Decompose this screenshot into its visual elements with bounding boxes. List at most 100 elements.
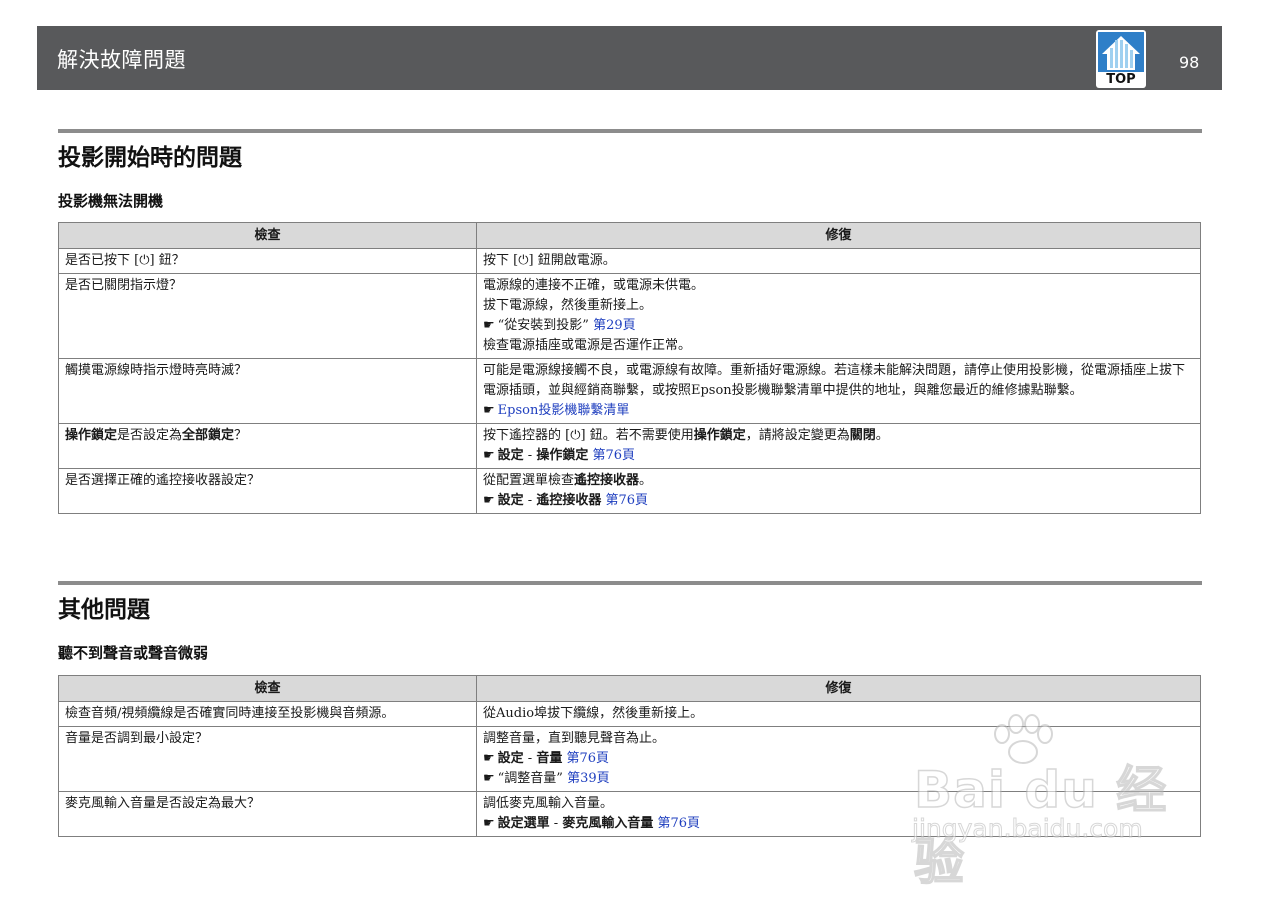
fix-text: - [523,751,537,766]
menu-term: 設定選單 [497,816,550,831]
menu-term: 關閉 [849,428,876,443]
check-cell: 檢查音頻/視頻纜線是否確實同時連接至投影機與音頻源。 [58,701,477,727]
fix-text: - [523,448,537,463]
section-rule [58,129,1202,133]
fix-line: 可能是電源線接觸不良，或電源線有故障。重新插好電源線。若這樣未能解決問題，請停止… [483,361,1194,401]
check-text: 音量是否調到最小設定？ [65,731,209,746]
page-reference-link[interactable]: 第76頁 [653,816,700,831]
table-row: 觸摸電源線時指示燈時亮時滅？ 可能是電源線接觸不良，或電源線有故障。重新插好電源線… [58,358,1201,424]
fix-text: 電源線的連接不正確，或電源未供電。 [483,278,705,293]
fix-line: 調低麥克風輸入音量。 [483,794,1194,814]
fix-text: 調低麥克風輸入音量。 [483,796,614,811]
pointing-hand-icon: ☛ [483,448,495,463]
pointing-hand-icon: ☛ [483,403,495,418]
chapter-title: 解決故障問題 [57,48,186,72]
fix-text: 從配置選單檢查 [483,473,575,488]
check-cell: 觸摸電源線時指示燈時亮時滅？ [58,358,477,424]
check-cell: 是否已按下 [⏻] 鈕？ [58,248,477,274]
page-reference-link[interactable]: 第39頁 [563,771,610,786]
check-cell: 操作鎖定是否設定為全部鎖定？ [58,423,477,469]
page-reference-link[interactable]: 第76頁 [601,493,648,508]
table-row: 是否已按下 [⏻] 鈕？ 按下 [⏻] 鈕開啟電源。 [58,248,1201,274]
reference-line: ☛ 設定 - 音量 第76頁 [483,749,1194,769]
fix-cell: 調整音量，直到聽見聲音為止。 ☛ 設定 - 音量 第76頁 ☛ “調整音量” 第39頁 [476,726,1201,792]
top-button[interactable]: TOP [1096,30,1146,88]
table-row: 麥克風輸入音量是否設定為最大？ 調低麥克風輸入音量。 ☛ 設定選單 - 麥克風輸入音量… [58,791,1201,837]
table-row: 檢查音頻/視頻纜線是否確實同時連接至投影機與音頻源。 從Audio埠拔下纜線，然後… [58,701,1201,727]
fix-cell: 從Audio埠拔下纜線，然後重新接上。 [476,701,1201,727]
fix-text: 檢查電源插座或電源是否運作正常。 [483,338,692,353]
section-title-other: 其他問題 [58,597,150,623]
fix-line: 調整音量，直到聽見聲音為止。 [483,729,1194,749]
fix-line: 拔下電源線，然後重新接上。 [483,296,1194,316]
reference-line: ☛ 設定 - 遙控接收器 第76頁 [483,491,1194,511]
fix-text: 。 [639,473,653,488]
menu-term: 遙控接收器 [574,473,640,488]
reference-line: ☛ 設定 - 操作鎖定 第76頁 [483,446,1194,466]
fix-text: 按下 [⏻] 鈕開啟電源。 [483,253,616,268]
pointing-hand-icon: ☛ [483,493,495,508]
fix-text: “從安裝到投影” [497,318,589,333]
fix-line: 按下遙控器的 [⏻] 鈕。若不需要使用操作鎖定，請將設定變更為關閉。 [483,426,1194,446]
page-reference-link[interactable]: Epson投影機聯繫清單 [498,403,630,418]
header-bar: 解決故障問題 TOP 98 [37,26,1222,90]
column-header-check: 檢查 [58,222,477,249]
check-cell: 音量是否調到最小設定？ [58,726,477,792]
fix-cell: 可能是電源線接觸不良，或電源線有故障。重新插好電源線。若這樣未能解決問題，請停止… [476,358,1201,424]
menu-term: 設定 [497,448,524,463]
fix-line: 電源線的連接不正確，或電源未供電。 [483,276,1194,296]
check-cell: 是否已關閉指示燈？ [58,273,477,359]
fix-text: 。 [875,428,889,443]
reference-line: ☛ “從安裝到投影” 第29頁 [483,316,1194,336]
table-row: 音量是否調到最小設定？ 調整音量，直到聽見聲音為止。 ☛ 設定 - 音量 第76頁 ☛ “… [58,726,1201,792]
top-label: TOP [1106,72,1136,87]
fix-text: ，請將設定變更為 [745,428,850,443]
check-text: 觸摸電源線時指示燈時亮時滅？ [65,363,248,378]
menu-term: 音量 [536,751,563,766]
pointing-hand-icon: ☛ [483,771,495,786]
check-text: 是否已按下 [⏻] 鈕？ [65,253,185,268]
table-row: 是否已關閉指示燈？ 電源線的連接不正確，或電源未供電。 拔下電源線，然後重新接上。 ☛… [58,273,1201,359]
menu-term: 麥克風輸入音量 [562,816,654,831]
check-text: 是否選擇正確的遙控接收器設定？ [65,473,261,488]
fix-text: 按下遙控器的 [⏻] 鈕。若不需要使用 [483,428,694,443]
page-number: 98 [1179,53,1200,72]
table-body: 檢查音頻/視頻纜線是否確實同時連接至投影機與音頻源。 從Audio埠拔下纜線，然後… [58,701,1201,837]
column-header-fix: 修復 [476,675,1201,702]
check-text: 檢查音頻/視頻纜線是否確實同時連接至投影機與音頻源。 [65,706,395,721]
section-rule [58,581,1202,585]
check-text: 是否設定為 [117,428,183,443]
troubleshooting-table-startup: 檢查 修復 是否已按下 [⏻] 鈕？ 按下 [⏻] 鈕開啟電源。 是否已關閉指示燈？… [58,222,1201,514]
subsection-title-no-power: 投影機無法開機 [58,192,164,210]
fix-text: 調整音量，直到聽見聲音為止。 [483,731,666,746]
fix-text: 拔下電源線，然後重新接上。 [483,298,653,313]
column-header-fix: 修復 [476,222,1201,249]
subsection-title-no-sound: 聽不到聲音或聲音微弱 [58,644,209,662]
troubleshooting-table-other: 檢查 修復 檢查音頻/視頻纜線是否確實同時連接至投影機與音頻源。 從Audio埠拔… [58,675,1201,837]
check-term: 全部鎖定 [182,428,235,443]
section-title-startup: 投影開始時的問題 [58,145,242,171]
menu-term: 設定 [497,493,524,508]
menu-term: 操作鎖定 [693,428,746,443]
fix-line: 從配置選單檢查遙控接收器。 [483,471,1194,491]
fix-cell: 電源線的連接不正確，或電源未供電。 拔下電源線，然後重新接上。 ☛ “從安裝到投影” … [476,273,1201,359]
page-reference-link[interactable]: 第29頁 [589,318,636,333]
reference-line: ☛ Epson投影機聯繫清單 [483,401,1194,421]
fix-line: 檢查電源插座或電源是否運作正常。 [483,336,1194,356]
page-reference-link[interactable]: 第76頁 [588,448,635,463]
check-cell: 是否選擇正確的遙控接收器設定？ [58,468,477,514]
fix-cell: 按下 [⏻] 鈕開啟電源。 [476,248,1201,274]
fix-text: - [523,493,537,508]
fix-cell: 調低麥克風輸入音量。 ☛ 設定選單 - 麥克風輸入音量 第76頁 [476,791,1201,837]
menu-term: 設定 [497,751,524,766]
fix-line: 按下 [⏻] 鈕開啟電源。 [483,251,1194,271]
check-text: ？ [234,428,248,443]
table-body: 是否已按下 [⏻] 鈕？ 按下 [⏻] 鈕開啟電源。 是否已關閉指示燈？ 電源線的連接… [58,248,1201,514]
menu-term: 遙控接收器 [536,493,602,508]
page-reference-link[interactable]: 第76頁 [562,751,609,766]
pointing-hand-icon: ☛ [483,751,495,766]
fix-text: 可能是電源線接觸不良，或電源線有故障。重新插好電源線。若這樣未能解決問題，請停止… [483,363,1186,398]
check-cell: 麥克風輸入音量是否設定為最大？ [58,791,477,837]
check-term: 操作鎖定 [65,428,118,443]
pointing-hand-icon: ☛ [483,318,495,333]
